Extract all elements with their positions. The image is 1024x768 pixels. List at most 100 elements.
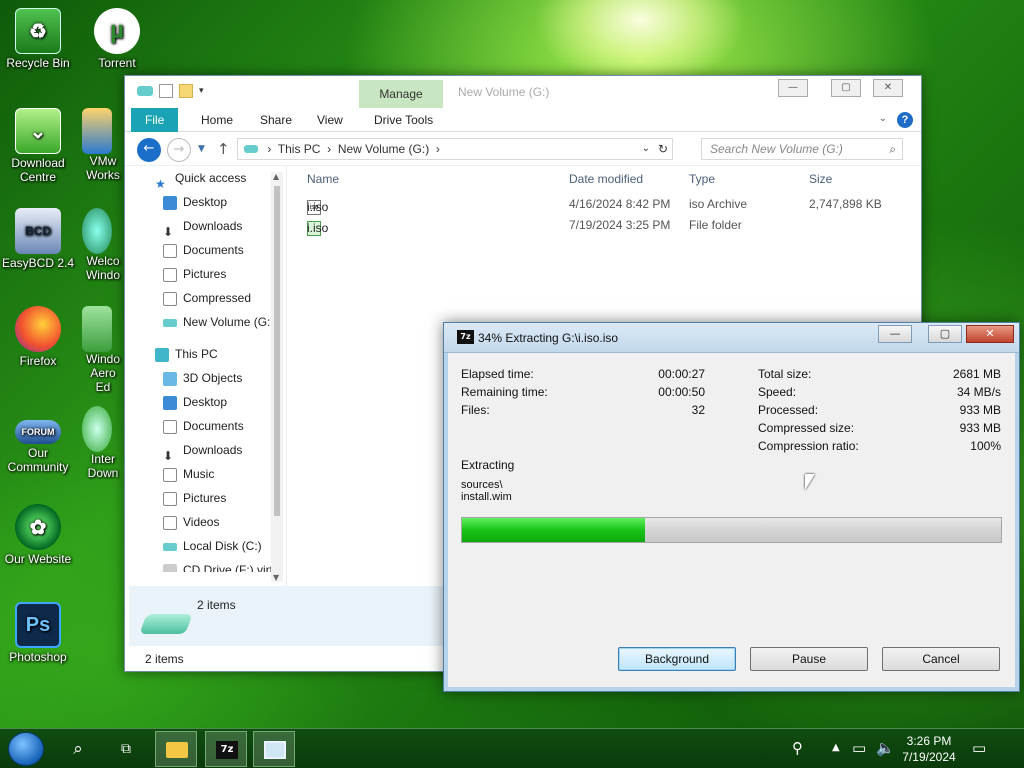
breadcrumb-this-pc[interactable]: This PC xyxy=(278,142,321,156)
stat-value: 00:00:50 xyxy=(658,385,705,399)
nav-item-pictures-pc[interactable]: Pictures xyxy=(125,486,286,510)
tab-file[interactable]: File xyxy=(131,108,179,132)
cancel-button[interactable]: Cancel xyxy=(882,647,1000,671)
nav-item-pictures[interactable]: Pictures xyxy=(125,262,286,286)
people-icon[interactable]: ⚲ xyxy=(792,739,803,757)
tab-share[interactable]: Share xyxy=(246,108,306,132)
maximize-button[interactable]: ▢ xyxy=(928,325,962,343)
task-view-icon[interactable]: ⧉ xyxy=(112,729,140,768)
show-hidden-icons-icon[interactable]: ▲ xyxy=(832,742,840,753)
address-dropdown-icon[interactable]: ⌄ xyxy=(642,139,650,159)
nav-item-3d-objects[interactable]: 3D Objects xyxy=(125,366,286,390)
file-row[interactable]: i.iso 7/19/2024 3:25 PM File folder xyxy=(301,215,911,236)
nav-item-videos[interactable]: Videos xyxy=(125,510,286,534)
nav-label: Downloads xyxy=(183,219,243,233)
taskbar-app-file-explorer[interactable] xyxy=(155,731,197,767)
help-icon[interactable]: ? xyxy=(897,112,913,128)
chevron-down-icon[interactable]: ▾ xyxy=(199,86,204,96)
taskbar-app-window[interactable] xyxy=(253,731,295,767)
forward-button[interactable]: → xyxy=(167,138,191,162)
tab-drive-tools[interactable]: Drive Tools xyxy=(360,108,447,132)
nav-label: Desktop xyxy=(183,195,228,209)
refresh-icon[interactable]: ↻ xyxy=(658,139,668,159)
desktop-icon-website[interactable]: ✿ Our Website xyxy=(0,504,76,566)
nav-this-pc[interactable]: This PC xyxy=(125,342,286,366)
column-date-modified[interactable]: Date modified xyxy=(569,172,643,186)
volume-muted-icon[interactable]: 🔈 xyxy=(876,739,895,757)
minimize-button[interactable]: — xyxy=(878,325,912,343)
nav-label: This PC xyxy=(175,347,218,361)
tab-manage[interactable]: Manage xyxy=(359,80,443,108)
nav-item-new-volume[interactable]: New Volume (G: xyxy=(125,310,286,334)
taskbar-app-7zip[interactable]: 7z xyxy=(205,731,247,767)
up-arrow-icon[interactable]: ↑ xyxy=(217,140,230,158)
scroll-down-icon[interactable]: ▼ xyxy=(273,573,279,582)
desktop-icon-idm[interactable]: Inter Down xyxy=(82,406,124,480)
desktop-icon-torrent[interactable]: µ Torrent xyxy=(79,8,155,70)
background-button[interactable]: Background xyxy=(618,647,736,671)
vmware-icon xyxy=(82,108,112,154)
nav-item-downloads[interactable]: ⬇ Downloads xyxy=(125,214,286,239)
back-button[interactable]: ← xyxy=(137,138,161,162)
extract-dialog: 7z 34% Extracting G:\i.iso.iso — ▢ ✕ Ela… xyxy=(443,322,1020,692)
nav-label: Documents xyxy=(183,419,244,433)
nav-item-downloads-pc[interactable]: ⬇ Downloads xyxy=(125,438,286,463)
properties-icon[interactable] xyxy=(159,84,173,98)
website-icon: ✿ xyxy=(15,504,61,550)
recent-locations-icon[interactable]: ▼ xyxy=(198,144,205,154)
easybcd-icon: BCD xyxy=(15,208,61,254)
notifications-icon[interactable]: ▭ xyxy=(972,739,986,757)
desktop-icon-label: Our Community xyxy=(7,446,69,474)
column-type[interactable]: Type xyxy=(689,172,715,186)
column-headers: Name Date modified Type Size xyxy=(301,166,911,190)
desktop-icon-label: Windo Aero Ed xyxy=(85,352,120,394)
nav-item-compressed[interactable]: Compressed xyxy=(125,286,286,310)
7zip-icon: 7z xyxy=(216,741,238,759)
desktop-icon-easybcd[interactable]: BCD EasyBCD 2.4 xyxy=(0,208,76,270)
close-button[interactable]: ✕ xyxy=(873,79,903,97)
desktop-icon-firefox[interactable]: Firefox xyxy=(0,306,76,368)
pause-button[interactable]: Pause xyxy=(750,647,868,671)
search-icon[interactable]: ⌕ xyxy=(889,139,896,159)
new-folder-icon[interactable] xyxy=(179,84,193,98)
tab-view[interactable]: View xyxy=(303,108,357,132)
network-icon[interactable]: ▭ xyxy=(852,739,866,757)
maximize-button[interactable]: ▢ xyxy=(831,79,861,97)
search-icon[interactable]: ⌕ xyxy=(64,729,92,768)
minimize-button[interactable]: — xyxy=(778,79,808,97)
desktop-icon-download-centre[interactable]: ⌄ Download Centre xyxy=(0,108,76,184)
nav-item-desktop-pc[interactable]: Desktop xyxy=(125,390,286,414)
ribbon-expand-icon[interactable]: ⌄ xyxy=(879,113,887,124)
desktop-icon-photoshop[interactable]: Ps Photoshop xyxy=(0,602,76,664)
address-bar[interactable]: › This PC › New Volume (G:) › ⌄ ↻ xyxy=(237,138,673,160)
search-input[interactable]: Search New Volume (G:) ⌕ xyxy=(701,138,903,160)
column-size[interactable]: Size xyxy=(809,172,832,186)
scrollbar-thumb[interactable] xyxy=(274,186,280,516)
nav-label: Compressed xyxy=(183,291,252,305)
nav-item-music[interactable]: Music xyxy=(125,462,286,486)
nav-quick-access[interactable]: ★ Quick access xyxy=(125,166,286,191)
close-button[interactable]: ✕ xyxy=(966,325,1014,343)
column-name[interactable]: Name xyxy=(307,172,339,186)
nav-item-documents-pc[interactable]: Documents xyxy=(125,414,286,438)
file-row[interactable]: iso i.iso 4/16/2024 8:42 PM iso Archive 2… xyxy=(301,194,911,215)
desktop-icon-vmware[interactable]: VMw Works xyxy=(82,108,124,182)
tab-home[interactable]: Home xyxy=(187,108,247,132)
nav-item-local-disk[interactable]: Local Disk (C:) xyxy=(125,534,286,558)
desktop-icon-aero[interactable]: Windo Aero Ed xyxy=(82,306,124,394)
nav-scrollbar[interactable]: ▲ ▼ xyxy=(271,172,283,582)
desktop-icon-recycle-bin[interactable]: ♻ Recycle Bin xyxy=(0,8,76,70)
breadcrumb-new-volume[interactable]: New Volume (G:) xyxy=(338,142,429,156)
windows-welcome-icon xyxy=(82,208,112,254)
desktop-icon-welcome[interactable]: Welco Windo xyxy=(82,208,124,282)
download-centre-icon: ⌄ xyxy=(15,108,61,154)
scroll-up-icon[interactable]: ▲ xyxy=(273,172,279,181)
nav-item-desktop[interactable]: Desktop xyxy=(125,190,286,214)
start-button[interactable] xyxy=(8,732,44,766)
desktop-icon-community[interactable]: FORUM Our Community xyxy=(0,412,76,474)
nav-item-documents[interactable]: Documents xyxy=(125,238,286,262)
nav-item-cd-drive[interactable]: CD Drive (F:) virt xyxy=(125,558,286,572)
file-name: i.iso xyxy=(307,200,329,214)
photoshop-icon: Ps xyxy=(15,602,61,648)
taskbar-clock[interactable]: 3:26 PM 7/19/2024 xyxy=(900,733,958,765)
